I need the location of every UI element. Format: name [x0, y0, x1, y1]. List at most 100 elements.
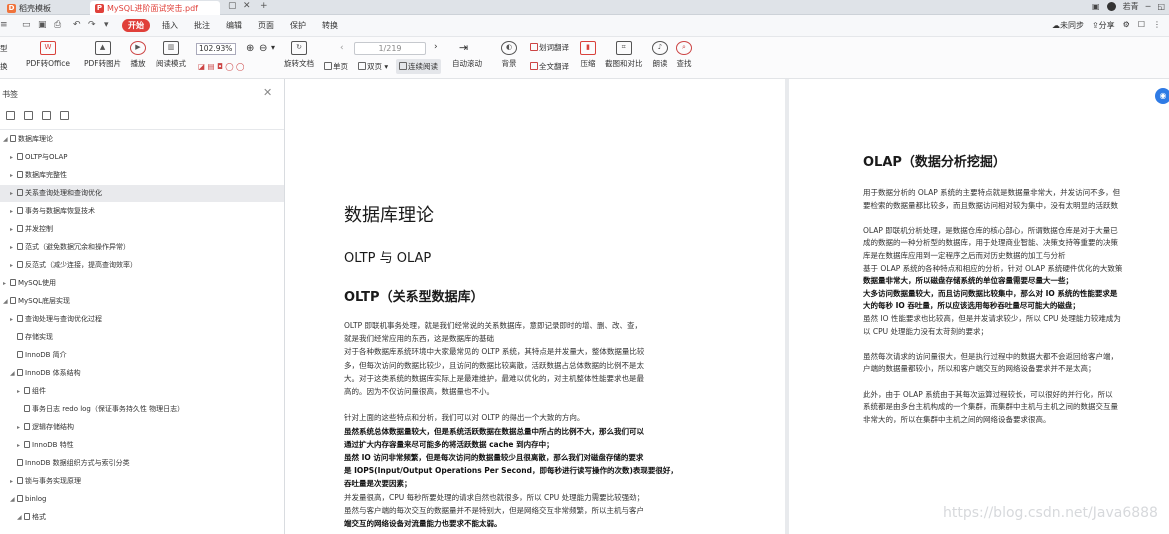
page-number-input[interactable]: 1/219 [354, 42, 426, 55]
sync-status[interactable]: ☁未同步 [1052, 20, 1084, 31]
read-aloud-button[interactable]: ♪ 朗读 [652, 41, 668, 69]
add-bookmark-icon[interactable] [42, 111, 51, 120]
new-tab-icon[interactable]: + [260, 1, 268, 11]
annotation-tools[interactable]: ◪ ▤ ◘ ◯ ◯ [198, 62, 244, 71]
zoom-in-icon[interactable]: ⊕ [246, 43, 254, 54]
bookmark-item[interactable]: ◢ InnoDB 体系结构 [0, 365, 284, 382]
chevron-right-icon[interactable]: ▸ [17, 419, 23, 436]
settings-icon[interactable]: ⚙ [1123, 20, 1130, 31]
chevron-down-icon[interactable]: ◢ [3, 293, 9, 310]
chevron-right-icon[interactable]: ▸ [10, 185, 16, 202]
bookmark-item[interactable]: InnoDB 简介 [0, 347, 284, 364]
print-icon[interactable]: ⎙ [54, 20, 61, 30]
menu-edit[interactable]: 编辑 [226, 20, 242, 31]
zoom-out-icon[interactable]: ⊖ [259, 43, 267, 54]
chevron-down-icon[interactable]: ◢ [3, 131, 9, 148]
window-mode-icon[interactable]: ▣ [1092, 2, 1100, 11]
bookmark-item[interactable]: ▸ 锁与事务实现原理 [0, 473, 284, 490]
chevron-right-icon[interactable]: ▸ [10, 239, 16, 256]
bookmark-item[interactable]: ▸ 关系查询处理和查询优化 [0, 185, 284, 202]
expand-all-icon[interactable] [6, 111, 15, 120]
minimize-icon[interactable]: ─ [1146, 2, 1151, 11]
tab-pdf[interactable]: P MySQL进阶面试突击.pdf [90, 1, 220, 15]
tab-docer[interactable]: D 稻壳模板 [2, 1, 56, 15]
zoom-dropdown-icon[interactable]: ▾ [271, 43, 275, 52]
zoom-input[interactable]: 102.93% [196, 43, 236, 55]
bookmark-item[interactable]: ▸ 查询处理与查询优化过程 [0, 311, 284, 328]
chevron-right-icon[interactable]: ▸ [10, 149, 16, 166]
bookmark-item[interactable]: ▸ 反范式（减少连接，提高查询效率） [0, 257, 284, 274]
chevron-down-icon[interactable]: ◢ [17, 509, 23, 526]
chevron-right-icon[interactable]: ▸ [10, 221, 16, 238]
full-translate-button[interactable]: 全文翻译 [530, 61, 569, 72]
bookmark-item[interactable]: InnoDB 数据组织方式与索引分类 [0, 455, 284, 472]
bookmark-item[interactable]: ◢ binlog [0, 491, 284, 508]
more-icon[interactable]: ⋮ [1153, 20, 1161, 31]
bookmark-item[interactable]: ◢ 数据库理论 [0, 131, 284, 148]
bookmark-item[interactable]: ▸ 数据库完整性 [0, 167, 284, 184]
menu-insert[interactable]: 插入 [162, 20, 178, 31]
continuous-reading-button[interactable]: 连续阅读 [396, 59, 441, 74]
chevron-down-icon[interactable]: ▾ [104, 20, 109, 30]
rotate-document-button[interactable]: ↻ 旋转文档 [284, 41, 314, 69]
bookmark-item[interactable]: ◢ 格式 [0, 509, 284, 526]
bookmark-item[interactable]: ▸ 逻辑存储结构 [0, 419, 284, 436]
close-icon[interactable]: ✕ [263, 86, 272, 99]
single-page-button[interactable]: 单页 [324, 61, 348, 72]
restore-icon[interactable]: ◱ [1157, 2, 1165, 11]
feedback-icon[interactable]: ☐ [1138, 20, 1145, 31]
assistant-icon[interactable]: ◉ [1155, 88, 1169, 104]
menu-convert[interactable]: 转换 [322, 20, 338, 31]
find-button[interactable]: ⌕ 查找 [676, 41, 692, 69]
menu-page[interactable]: 页面 [258, 20, 274, 31]
tab-close-icon[interactable]: ✕ [243, 1, 251, 11]
chevron-right-icon[interactable]: ▸ [3, 275, 9, 292]
bookmark-item[interactable]: ▸ 范式（避免数据冗余和操作异常） [0, 239, 284, 256]
collapse-all-icon[interactable] [24, 111, 33, 120]
menu-toggle-icon[interactable]: ≡ [0, 20, 8, 30]
chevron-down-icon[interactable]: ◢ [10, 365, 16, 382]
next-page-icon[interactable]: › [434, 42, 438, 52]
auto-scroll-button[interactable]: 自动滚动 [452, 41, 482, 69]
menu-start[interactable]: 开始 [122, 19, 150, 32]
menu-comment[interactable]: 批注 [194, 20, 210, 31]
chevron-right-icon[interactable]: ▸ [17, 437, 23, 454]
bookmark-item[interactable]: ▸ 事务与数据库恢复技术 [0, 203, 284, 220]
screenshot-compare-button[interactable]: ⌗ 截图和对比 [605, 41, 643, 69]
share-button[interactable]: ⇪分享 [1092, 20, 1115, 31]
redo-icon[interactable]: ↷ [88, 20, 96, 30]
chevron-right-icon[interactable]: ▸ [10, 311, 16, 328]
chevron-right-icon[interactable]: ▸ [10, 167, 16, 184]
user-name[interactable]: 若青 [1123, 1, 1139, 12]
save-icon[interactable]: ▣ [38, 20, 47, 30]
bookmark-item[interactable]: ▸ OLTP与OLAP [0, 149, 284, 166]
background-button[interactable]: ◐ 背景 [501, 41, 517, 69]
open-icon[interactable]: ▭ [22, 20, 31, 30]
tab-screen-icon[interactable]: ▢ [228, 1, 237, 11]
compress-button[interactable]: ▮ 压缩 [580, 41, 596, 69]
bookmark-item[interactable]: ▸ InnoDB 特性 [0, 437, 284, 454]
share-icon: ⇪ [1091, 21, 1099, 30]
avatar[interactable] [1106, 2, 1116, 11]
undo-icon[interactable]: ↶ [73, 20, 81, 30]
bookmark-item[interactable]: 存储实现 [0, 329, 284, 346]
bookmark-item[interactable]: ▸ MySQL使用 [0, 275, 284, 292]
chevron-right-icon[interactable]: ▸ [10, 257, 16, 274]
word-translate-button[interactable]: 划词翻译 [530, 42, 569, 53]
bookmark-item[interactable]: ▸ 组件 [0, 383, 284, 400]
play-button[interactable]: ▶ 播放 [130, 41, 146, 69]
double-page-button[interactable]: 双页 ▾ [358, 61, 388, 72]
chevron-right-icon[interactable]: ▸ [10, 473, 16, 490]
prev-page-icon[interactable]: ‹ [340, 43, 344, 53]
bookmark-item[interactable]: ▸ 并发控制 [0, 221, 284, 238]
bookmark-icon[interactable] [60, 111, 69, 120]
bookmark-item[interactable]: 事务日志 redo log（保证事务持久性 物理日志） [0, 401, 284, 418]
chevron-right-icon[interactable]: ▸ [10, 203, 16, 220]
chevron-right-icon[interactable]: ▸ [17, 383, 23, 400]
pdf-to-image-button[interactable]: ▲ PDF转图片 [84, 41, 121, 69]
chevron-down-icon[interactable]: ◢ [10, 491, 16, 508]
reading-mode-button[interactable]: ▥ 阅读模式 [156, 41, 186, 69]
menu-protect[interactable]: 保护 [290, 20, 306, 31]
pdf-to-office-button[interactable]: W PDF转Office [26, 41, 70, 69]
bookmark-item[interactable]: ◢ MySQL底层实现 [0, 293, 284, 310]
